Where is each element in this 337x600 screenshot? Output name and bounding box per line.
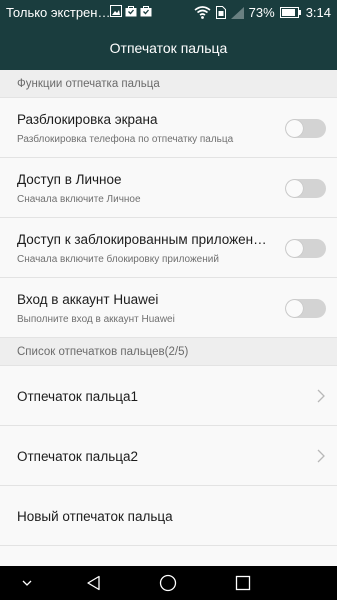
page-title: Отпечаток пальца bbox=[109, 40, 228, 56]
fingerprint-title: Отпечаток пальца1 bbox=[17, 389, 138, 404]
section-header-fingerprint-list: Список отпечатков пальцев(2/5) bbox=[0, 338, 337, 366]
home-button[interactable] bbox=[153, 566, 183, 600]
back-button[interactable] bbox=[79, 566, 109, 600]
chevron-right-icon bbox=[317, 449, 325, 463]
setting-subtitle: Сначала включите Личное bbox=[17, 194, 141, 205]
home-circle-icon bbox=[159, 574, 177, 592]
hide-nav-button[interactable] bbox=[12, 566, 42, 600]
fingerprint-item-2[interactable]: Отпечаток пальца2 bbox=[0, 426, 337, 486]
notification-icons bbox=[110, 5, 152, 17]
toggle-knob bbox=[286, 180, 303, 197]
unlock-screen-toggle[interactable] bbox=[285, 119, 326, 138]
setting-locked-apps-access[interactable]: Доступ к заблокированным приложениям Сна… bbox=[0, 218, 337, 278]
chevron-down-icon bbox=[22, 580, 32, 586]
back-triangle-icon bbox=[87, 575, 100, 591]
settings-list: Функции отпечатка пальца Разблокировка э… bbox=[0, 70, 337, 566]
setting-title: Доступ к заблокированным приложениям bbox=[17, 232, 267, 247]
carrier-label: Только экстрен… bbox=[6, 5, 111, 20]
clock: 3:14 bbox=[305, 5, 331, 20]
private-access-toggle[interactable] bbox=[285, 179, 326, 198]
setting-private-access[interactable]: Доступ в Личное Сначала включите Личное bbox=[0, 158, 337, 218]
app-bar: Отпечаток пальца bbox=[0, 26, 337, 70]
toggle-knob bbox=[286, 300, 303, 317]
fingerprint-title: Отпечаток пальца2 bbox=[17, 449, 138, 464]
setting-title: Вход в аккаунт Huawei bbox=[17, 292, 159, 307]
signal-icon bbox=[230, 6, 244, 19]
toggle-knob bbox=[286, 240, 303, 257]
image-icon bbox=[110, 5, 122, 17]
navigation-bar bbox=[0, 566, 337, 600]
section-header-functions: Функции отпечатка пальца bbox=[0, 70, 337, 98]
locked-apps-toggle[interactable] bbox=[285, 239, 326, 258]
battery-percent: 73% bbox=[248, 5, 275, 20]
bag-icon bbox=[125, 6, 137, 17]
setting-title: Доступ в Личное bbox=[17, 172, 122, 187]
setting-unlock-screen[interactable]: Разблокировка экрана Разблокировка телеф… bbox=[0, 98, 337, 158]
fingerprint-item-1[interactable]: Отпечаток пальца1 bbox=[0, 366, 337, 426]
setting-subtitle: Выполните вход в аккаунт Huawei bbox=[17, 314, 175, 325]
toggle-knob bbox=[286, 120, 303, 137]
new-fingerprint-title: Новый отпечаток пальца bbox=[17, 509, 173, 524]
wifi-icon bbox=[194, 6, 211, 19]
recents-button[interactable] bbox=[228, 566, 258, 600]
setting-subtitle: Разблокировка телефона по отпечатку паль… bbox=[17, 134, 234, 145]
battery-icon bbox=[279, 7, 301, 18]
new-fingerprint-item[interactable]: Новый отпечаток пальца bbox=[0, 486, 337, 546]
setting-title: Разблокировка экрана bbox=[17, 112, 158, 127]
bag-icon bbox=[140, 6, 152, 17]
recents-square-icon bbox=[235, 575, 251, 591]
huawei-login-toggle[interactable] bbox=[285, 299, 326, 318]
sim-icon bbox=[215, 6, 226, 19]
setting-subtitle: Сначала включите блокировку приложений bbox=[17, 254, 219, 265]
status-bar: Только экстрен… 73% 3:14 bbox=[0, 0, 337, 26]
chevron-right-icon bbox=[317, 389, 325, 403]
setting-huawei-login[interactable]: Вход в аккаунт Huawei Выполните вход в а… bbox=[0, 278, 337, 338]
